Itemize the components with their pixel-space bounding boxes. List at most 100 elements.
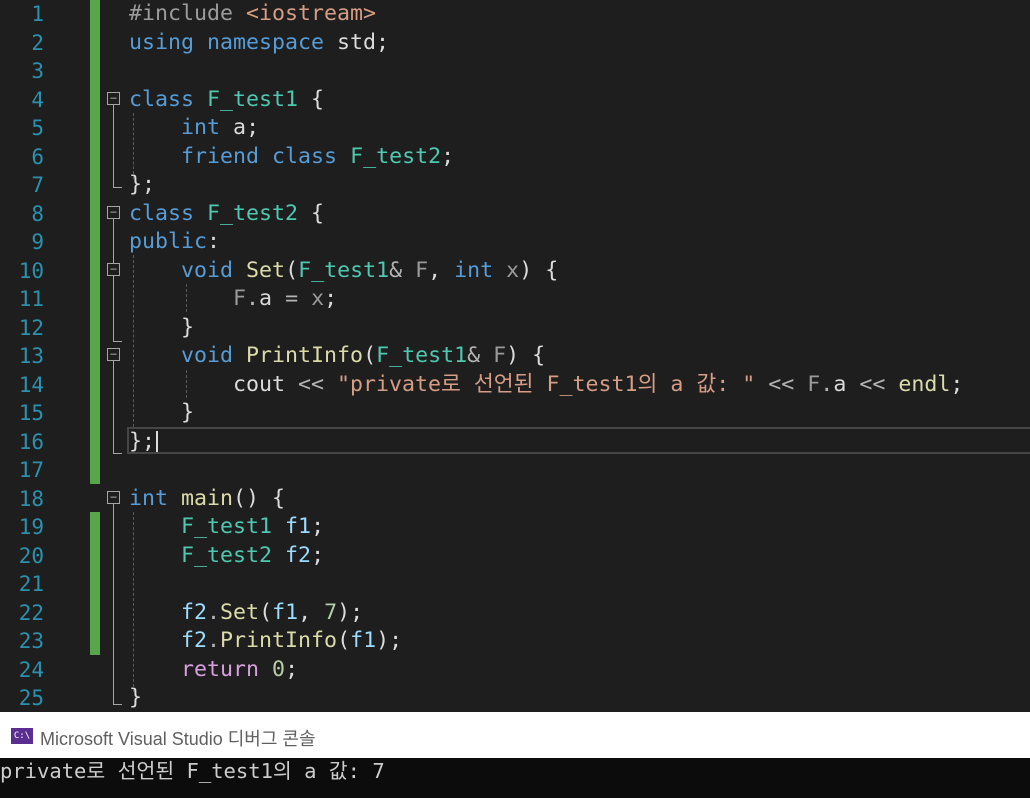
code-line[interactable]: 19 F_test1 f1; xyxy=(0,513,1030,542)
code-token: . xyxy=(207,628,221,653)
code-line[interactable]: 14 cout << "private로 선언된 F_test1의 a 값: "… xyxy=(0,371,1030,400)
code-line[interactable]: 8 class F_test2 { xyxy=(0,200,1030,229)
code-token: F_test1 xyxy=(298,257,390,283)
code-line[interactable]: 10 void Set(F_test1& F, int x) { xyxy=(0,257,1030,286)
collapse-set-method-icon[interactable]: − xyxy=(107,263,120,276)
code-line[interactable]: 25} xyxy=(0,684,1030,712)
code-token: ; xyxy=(246,115,260,140)
code-line[interactable]: 20 F_test2 f2; xyxy=(0,542,1030,571)
collapse-class-ftest2-icon[interactable]: − xyxy=(107,206,120,219)
console-app-icon: C:\ xyxy=(11,728,33,744)
code-token: f1 xyxy=(272,599,299,625)
code-text: cout << "private로 선언된 F_test1의 a 값: " <<… xyxy=(129,371,963,400)
code-line[interactable]: 23 f2.PrintInfo(f1); xyxy=(0,627,1030,656)
code-token: cout xyxy=(233,371,286,397)
code-line[interactable]: 21 xyxy=(0,570,1030,599)
code-line[interactable]: 5 int a; xyxy=(0,114,1030,143)
outline-line xyxy=(113,219,114,263)
line-number: 10 xyxy=(18,258,44,283)
code-line[interactable]: 9 public: xyxy=(0,228,1030,257)
code-token: F_test1 xyxy=(207,86,299,112)
code-token: = xyxy=(272,286,312,311)
console-output-line: private로 선언된 F_test1의 a 값: 7 xyxy=(0,759,385,783)
code-line[interactable]: 13 void PrintInfo(F_test1& F) { xyxy=(0,342,1030,371)
code-token: : xyxy=(207,229,221,254)
code-token: } xyxy=(129,685,143,710)
debug-console-title: Microsoft Visual Studio 디버그 콘솔 xyxy=(40,729,316,749)
code-token: friend xyxy=(181,143,260,169)
code-token: ( xyxy=(259,599,273,625)
code-token: F_test2 xyxy=(181,542,273,568)
line-number: 2 xyxy=(31,30,44,55)
code-token: ( xyxy=(363,343,377,368)
code-text: } xyxy=(129,399,194,428)
code-token: f2 xyxy=(181,599,208,625)
code-token: ; xyxy=(950,371,964,397)
code-token: 7 xyxy=(324,599,338,625)
code-line[interactable]: 2 using namespace std; xyxy=(0,29,1030,58)
code-text: return 0; xyxy=(129,656,298,685)
code-text: #include <iostream> xyxy=(129,0,376,29)
collapse-main-icon[interactable]: − xyxy=(107,491,120,504)
code-line[interactable]: 24 return 0; xyxy=(0,656,1030,685)
code-token: main xyxy=(181,485,234,511)
code-line[interactable]: 12 } xyxy=(0,314,1030,343)
code-token: ( xyxy=(285,257,299,283)
code-line[interactable]: 22 f2.Set(f1, 7); xyxy=(0,599,1030,628)
collapse-class-ftest1-icon[interactable]: − xyxy=(107,92,120,105)
code-text: f2.Set(f1, 7); xyxy=(129,599,363,628)
code-token: ( xyxy=(337,628,351,653)
code-text: } xyxy=(129,684,142,712)
code-text: F.a = x; xyxy=(129,285,337,314)
code-token: ) { xyxy=(519,257,559,283)
code-line[interactable]: 11 F.a = x; xyxy=(0,285,1030,314)
debug-console-titlebar[interactable]: C:\ Microsoft Visual Studio 디버그 콘솔 xyxy=(0,712,1030,758)
debug-console-body[interactable]: private로 선언된 F_test1의 a 값: 7 xyxy=(0,758,1030,798)
code-token: public xyxy=(129,229,208,254)
code-token: F xyxy=(233,286,247,311)
code-token: & xyxy=(389,257,416,283)
code-token: x xyxy=(506,257,520,283)
code-token: "private로 선언된 F_test1의 a 값: " xyxy=(337,371,756,397)
code-token: #include xyxy=(129,1,247,26)
code-text: using namespace std; xyxy=(129,29,389,58)
change-bar xyxy=(90,512,100,655)
code-line[interactable]: 17 xyxy=(0,456,1030,485)
outline-line xyxy=(113,105,114,187)
code-token: , xyxy=(298,599,325,625)
outline-line xyxy=(113,276,114,341)
line-number: 1 xyxy=(31,2,44,26)
code-token: F xyxy=(807,371,821,397)
code-token: ); xyxy=(376,628,403,653)
code-line[interactable]: 7}; xyxy=(0,171,1030,200)
code-token: << xyxy=(285,371,338,397)
code-token: int xyxy=(129,485,169,511)
code-line[interactable]: 18 int main() { xyxy=(0,485,1030,514)
code-line[interactable]: 15 } xyxy=(0,399,1030,428)
code-text: } xyxy=(129,314,194,343)
line-number: 17 xyxy=(18,458,44,482)
line-number: 8 xyxy=(31,201,44,226)
outline-line xyxy=(113,361,114,453)
code-token: . xyxy=(246,286,260,311)
code-line[interactable]: 1 #include <iostream> xyxy=(0,0,1030,29)
code-line[interactable]: 3 xyxy=(0,57,1030,86)
code-line[interactable]: 4 class F_test1 { xyxy=(0,86,1030,115)
code-token: F xyxy=(493,343,507,368)
collapse-printinfo-method-icon[interactable]: − xyxy=(107,348,120,361)
code-editor[interactable]: 1 #include <iostream> 2 using namespace std… xyxy=(0,0,1030,712)
code-token: std; xyxy=(324,29,390,55)
code-line[interactable]: 6 friend class F_test2; xyxy=(0,143,1030,172)
code-token: F_test2 xyxy=(350,143,442,169)
code-token: return xyxy=(181,656,260,682)
code-token: ; xyxy=(441,143,455,169)
code-token: & xyxy=(467,343,494,368)
